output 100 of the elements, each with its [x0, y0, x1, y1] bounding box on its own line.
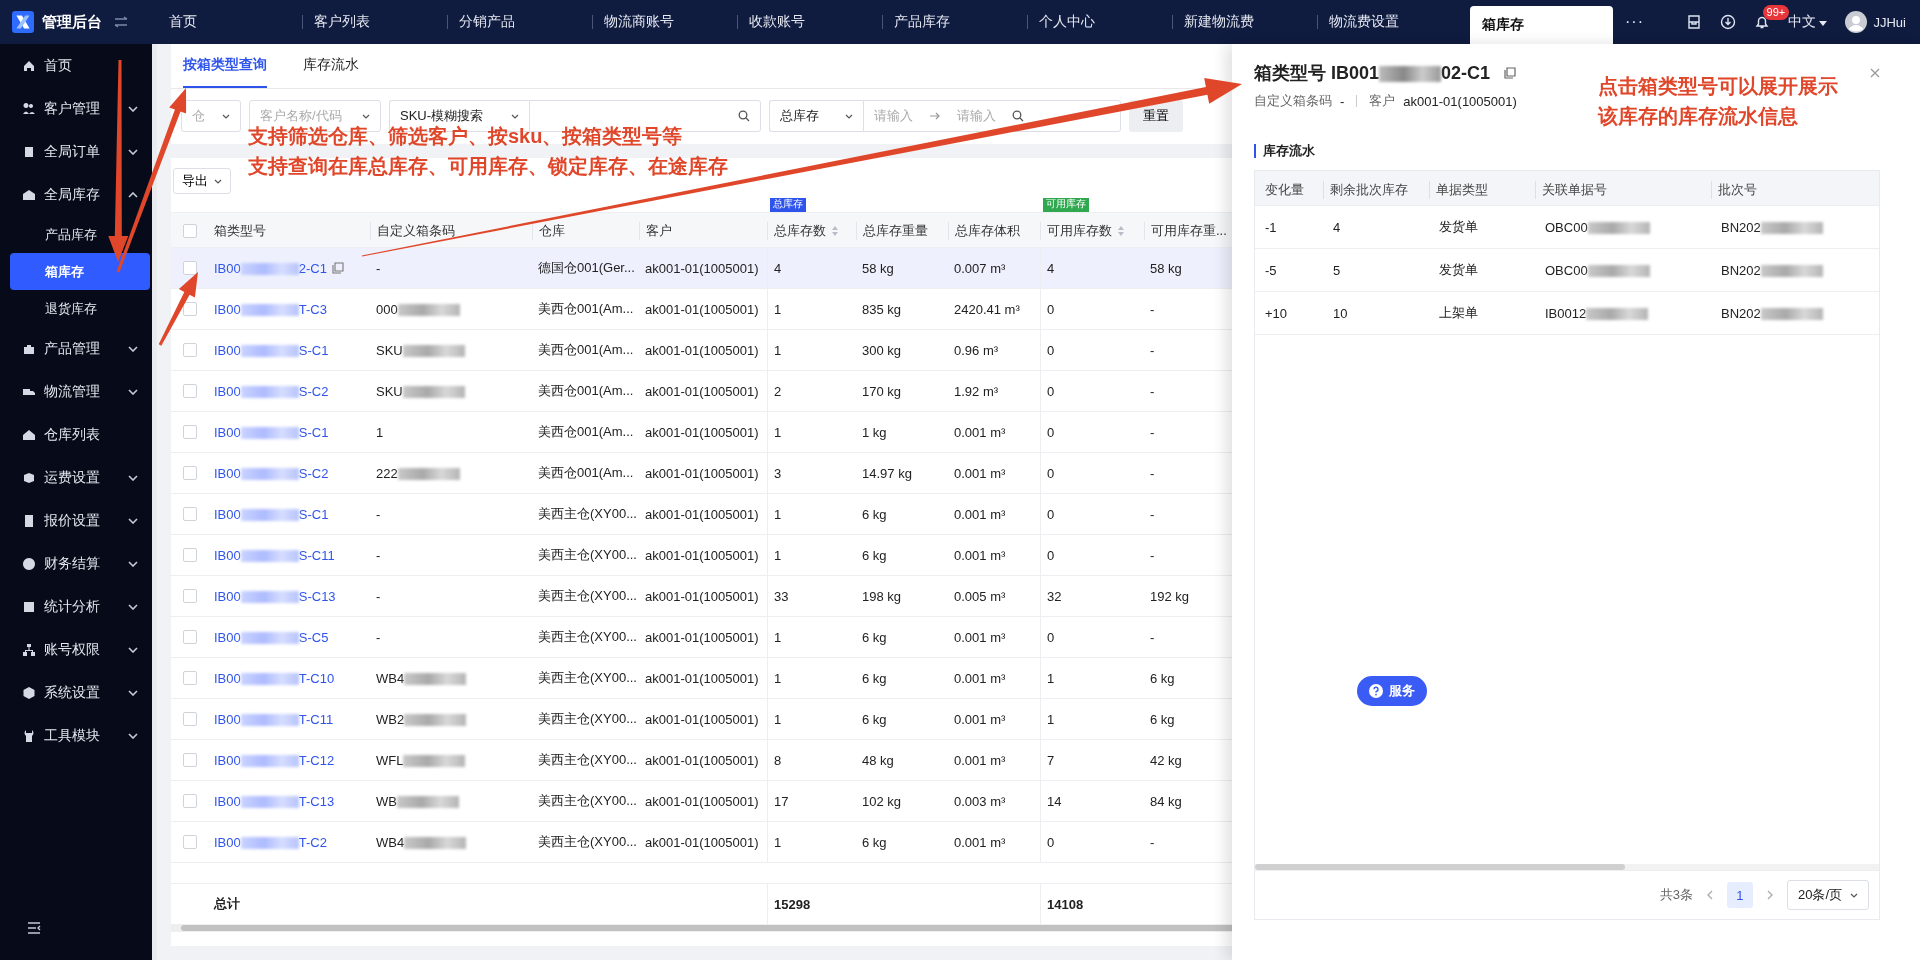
- table-cell: 7: [1047, 752, 1055, 768]
- table-cell: 6 kg: [862, 629, 887, 645]
- table-cell: 6 kg: [862, 711, 887, 727]
- table-cell: 0.001 m³: [954, 506, 1006, 522]
- table-cell: ak001-01(1005001): [645, 711, 759, 727]
- column-header: 客户: [646, 222, 672, 240]
- table-cell: -: [1150, 383, 1155, 399]
- table-cell: 0: [1047, 301, 1055, 317]
- table-cell: 84 kg: [1150, 793, 1182, 809]
- table-cell: 0: [1047, 834, 1055, 850]
- table-cell: 0.001 m³: [954, 629, 1006, 645]
- table-cell: -: [376, 547, 381, 563]
- column-header: 可用库存重...: [1151, 222, 1227, 240]
- table-cell: 1: [1047, 711, 1055, 727]
- table-cell: 德国仓001(Ger...: [538, 259, 635, 277]
- table-cell: 4: [1333, 219, 1341, 235]
- table-cell: 1: [774, 424, 782, 440]
- table-cell: 000: [376, 301, 460, 317]
- table-cell: 5: [1333, 262, 1341, 278]
- table-cell: 192 kg: [1150, 588, 1190, 604]
- table-cell: 0.001 m³: [954, 465, 1006, 481]
- table-cell: 8: [774, 752, 782, 768]
- table-cell: 14.97 kg: [862, 465, 912, 481]
- table-cell: 0.001 m³: [954, 670, 1006, 686]
- table-cell: -: [1150, 465, 1155, 481]
- table-cell: 0.001 m³: [954, 424, 1006, 440]
- table-cell: 美西主仓(XY00...: [538, 710, 637, 728]
- table-cell: ak001-01(1005001): [645, 752, 759, 768]
- column-header: 关联单据号: [1542, 181, 1607, 199]
- table-cell: ak001-01(1005001): [645, 465, 759, 481]
- column-header: 自定义箱条码: [377, 222, 455, 240]
- table-cell: 222: [376, 465, 460, 481]
- table-cell: ak001-01(1005001): [645, 670, 759, 686]
- table-cell: SKU: [376, 383, 465, 399]
- table-cell: 1: [774, 629, 782, 645]
- table-cell: 美西主仓(XY00...: [538, 546, 637, 564]
- table-cell: 美西仓001(Am...: [538, 300, 634, 318]
- table-cell: 美西主仓(XY00...: [538, 669, 637, 687]
- table-cell: -: [376, 506, 381, 522]
- table-cell: 0.001 m³: [954, 752, 1006, 768]
- table-cell: 0.001 m³: [954, 547, 1006, 563]
- table-cell: 1: [774, 834, 782, 850]
- table-cell: -: [1150, 547, 1155, 563]
- table-cell: 835 kg: [862, 301, 902, 317]
- table-cell: ak001-01(1005001): [645, 629, 759, 645]
- column-header: 批次号: [1718, 181, 1757, 199]
- table-cell: 1: [774, 342, 782, 358]
- total-value: 14108: [1047, 896, 1084, 912]
- table-cell: 美西仓001(Am...: [538, 423, 634, 441]
- column-header: 仓库: [539, 222, 565, 240]
- field-value: -: [1340, 93, 1345, 109]
- table-cell: -: [376, 588, 381, 604]
- table-cell: IB0012: [1545, 305, 1649, 321]
- table-cell: ak001-01(1005001): [645, 506, 759, 522]
- table-cell: 0: [1047, 547, 1055, 563]
- table-cell: 58 kg: [862, 260, 894, 276]
- table-cell: -: [1150, 834, 1155, 850]
- table-cell: -: [1150, 424, 1155, 440]
- table-cell: 美西主仓(XY00...: [538, 833, 637, 851]
- table-cell: BN202: [1721, 219, 1823, 235]
- table-cell: 4: [1047, 260, 1055, 276]
- table-cell: ak001-01(1005001): [645, 424, 759, 440]
- table-cell: ak001-01(1005001): [645, 260, 759, 276]
- table-cell: 6 kg: [1150, 670, 1175, 686]
- table-cell: 1: [376, 424, 384, 440]
- table-cell: SKU: [376, 342, 465, 358]
- table-cell: 美西仓001(Am...: [538, 464, 634, 482]
- table-cell: ak001-01(1005001): [645, 834, 759, 850]
- table-cell: 42 kg: [1150, 752, 1182, 768]
- table-cell: 0.005 m³: [954, 588, 1006, 604]
- table-cell: 发货单: [1439, 218, 1478, 236]
- total-count: 共3条: [1659, 886, 1693, 904]
- table-cell: 58 kg: [1150, 260, 1182, 276]
- table-cell: 14: [1047, 793, 1062, 809]
- table-cell: -: [1150, 629, 1155, 645]
- column-header: 剩余批次库存: [1330, 181, 1408, 199]
- field-label: 客户: [1369, 92, 1396, 110]
- column-header: 单据类型: [1436, 181, 1488, 199]
- table-cell: 32: [1047, 588, 1062, 604]
- table-cell: 0: [1047, 383, 1055, 399]
- table-cell: 2420.41 m³: [954, 301, 1020, 317]
- table-cell: 6 kg: [1150, 711, 1175, 727]
- table-cell: ak001-01(1005001): [645, 588, 759, 604]
- table-cell: 发货单: [1439, 261, 1478, 279]
- table-cell: ak001-01(1005001): [645, 547, 759, 563]
- table-cell: 0: [1047, 465, 1055, 481]
- table-cell: WB4: [376, 670, 467, 686]
- table-cell: 17: [774, 793, 789, 809]
- table-cell: 1.92 m³: [954, 383, 999, 399]
- table-cell: 美西仓001(Am...: [538, 341, 634, 359]
- table-cell: ak001-01(1005001): [645, 342, 759, 358]
- table-cell: 4: [774, 260, 782, 276]
- column-group-badge: 可用库存: [1043, 198, 1089, 212]
- table-cell: 300 kg: [862, 342, 902, 358]
- table-cell: -: [376, 629, 381, 645]
- table-cell: 6 kg: [862, 506, 887, 522]
- table-cell: 美西主仓(XY00...: [538, 751, 637, 769]
- table-cell: BN202: [1721, 305, 1823, 321]
- table-cell: 6 kg: [862, 834, 887, 850]
- table-cell: -: [1150, 506, 1155, 522]
